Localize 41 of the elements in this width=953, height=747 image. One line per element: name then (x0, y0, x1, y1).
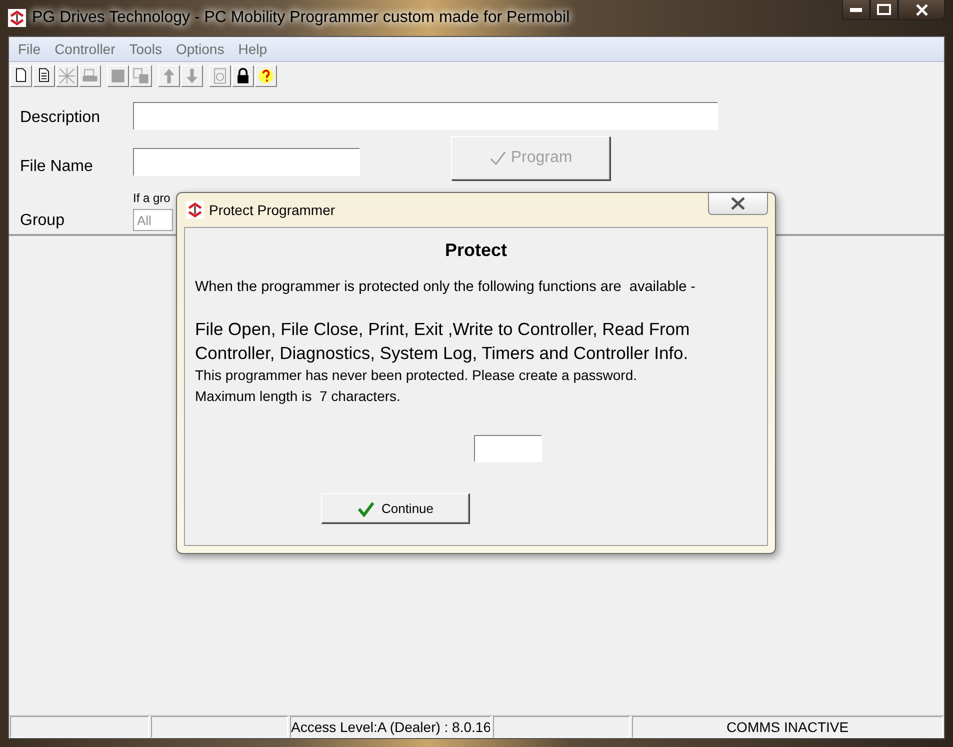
dialog-close-button[interactable] (708, 193, 768, 215)
check-icon (488, 150, 507, 166)
window-title: PG Drives Technology - PC Mobility Programmer custom made for Permobil (32, 9, 570, 27)
hint-text: If a gro (133, 190, 172, 207)
file-name-label: File Name (20, 158, 94, 176)
description-label: Description (20, 108, 102, 127)
toolbar-button[interactable] (232, 65, 254, 87)
intro-text: When the programmer is protected only the following functions are available - (195, 279, 697, 295)
copy-icon (131, 66, 151, 86)
functions-text: File Open, File Close, Print, Exit ,Write to Controller, Read From Controller, Diagnostics, System Log, Timers and Controller Info. (195, 318, 691, 365)
continue-button[interactable]: Continue (321, 493, 470, 524)
access-level-text: Access Level:A (Dealer) : 8.0.16 (290, 716, 491, 738)
menu-item[interactable]: Help (231, 41, 274, 57)
menu-item[interactable]: Controller (48, 41, 122, 57)
maximize-icon (877, 4, 891, 15)
comms-status-text: COMMS INACTIVE (632, 716, 943, 738)
menu-item[interactable]: Tools (122, 41, 169, 57)
dialog-heading: Protect (444, 240, 508, 261)
help-icon (256, 66, 276, 86)
toolbar-button[interactable] (33, 65, 55, 87)
group-dropdown[interactable]: All (133, 208, 173, 231)
file-name-field[interactable] (133, 148, 360, 176)
burst-icon (57, 66, 77, 86)
close-button[interactable] (898, 0, 945, 20)
description-field[interactable] (133, 102, 718, 130)
group-label: Group (20, 212, 66, 231)
maximize-button[interactable] (870, 0, 898, 20)
close-icon (730, 197, 746, 210)
menu-item[interactable]: Options (168, 41, 232, 57)
close-icon (916, 4, 928, 16)
password-field[interactable] (474, 435, 542, 462)
minimize-button[interactable] (842, 0, 870, 20)
length-text: Maximum length is 7 characters. (195, 387, 402, 406)
message-text: This programmer has never been protected. Please create a password. (195, 366, 638, 385)
logo-icon (186, 201, 204, 219)
logo-icon (8, 9, 26, 27)
minimize-icon (850, 8, 862, 12)
toolbar-button[interactable] (10, 65, 32, 87)
dialog-title: Protect Programmer (209, 202, 336, 218)
check-icon (357, 500, 376, 516)
menu-item[interactable]: File (11, 41, 48, 57)
